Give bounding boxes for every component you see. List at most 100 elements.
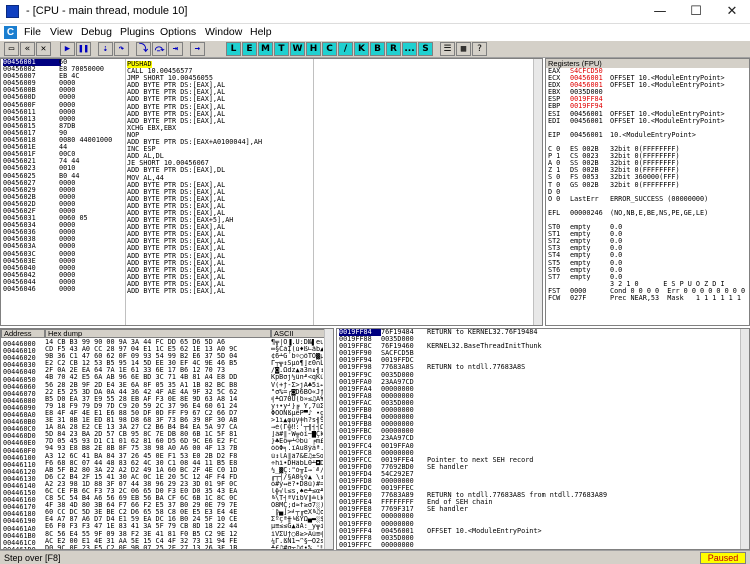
register-value[interactable]: empty (570, 273, 610, 281)
registers-pane[interactable]: Registers (FPU) EAX S4CFCD50 ECX 00456001 OF… (545, 58, 750, 326)
dump-row[interactable]: 00446060 56 28 2B 9F 2D E4 3E 6A 8F 05 35… (3, 382, 325, 391)
dump-row[interactable]: 004461A0 E6 F0 F3 F3 47 1E 83 41 3A 5F 79… (3, 523, 325, 532)
register-value[interactable]: 00000246 (570, 209, 610, 217)
list-icon[interactable]: ☰ (440, 42, 455, 56)
references-button[interactable]: R (386, 42, 401, 56)
dump-scrollbar[interactable] (324, 329, 333, 549)
pause-icon[interactable]: ❚❚ (76, 42, 91, 56)
register-row: FCW 027F Prec NEAR,53 Mask 1 1 1 1 1 1 (548, 294, 749, 302)
stack-row[interactable]: 0019FFFC 00000000 (339, 541, 741, 549)
handles-button[interactable]: H (306, 42, 321, 56)
dump-ascii: >1ï▲φüÿ╪h?s╢9Å0½ (271, 417, 323, 425)
stack-scrollbar[interactable] (740, 329, 749, 549)
dump-row[interactable]: 00446110 F6 68 8C 07 44 48 83 62 4C 30 C1… (3, 460, 325, 469)
dump-row[interactable]: 00446130 D6 C2 B4 2F 15 41 30 AC 0C 1E 20… (3, 474, 325, 483)
minimize-button[interactable]: — (642, 0, 678, 24)
disassembly-scrollbar[interactable] (533, 59, 542, 325)
windows-button[interactable]: W (290, 42, 305, 56)
menu-debug[interactable]: Debug (81, 26, 112, 38)
disasm-address[interactable]: 00456046 (3, 285, 61, 293)
menu-options[interactable]: Options (160, 26, 196, 38)
trace-over-icon[interactable]: ⤼ (152, 42, 167, 56)
dump-row[interactable]: 004460E0 7D 05 45 93 D1 C1 01 62 81 60 D5… (3, 438, 325, 447)
step-over-icon[interactable]: ↷ (114, 42, 129, 56)
log-window-button[interactable]: L (226, 42, 241, 56)
open-icon[interactable]: ▭ (4, 42, 19, 56)
go-to-icon[interactable]: → (190, 42, 205, 56)
stack-pane[interactable]: 0019FF84 76F19484 RETURN to KERNEL32.76F19… (336, 328, 750, 550)
dump-row[interactable]: 00446020 9B 36 C1 47 60 62 0F 09 93 54 99… (3, 353, 325, 362)
breakpoints-button[interactable]: B (370, 42, 385, 56)
register-name: EFL (548, 208, 561, 217)
dump-header-address[interactable]: Address (1, 329, 45, 338)
close-button[interactable]: ✕ (714, 0, 750, 24)
dump-row[interactable]: 00446170 4F 38 4D 80 3B 64 F7 66 F2 E5 37… (3, 502, 325, 511)
disasm-hex[interactable]: 0000 (59, 285, 127, 293)
dump-row[interactable]: 00446040 2F 0A 2E EA 64 7A 1E 61 33 6E 17… (3, 367, 325, 376)
dump-row[interactable]: 004460F0 94 93 E8 B8 2E 8B 8F 75 38 98 A0… (3, 445, 325, 454)
register-value[interactable]: 00456001 (570, 131, 610, 139)
dump-hex: A3 12 6C 41 BA 84 37 26 45 0E F1 53 E0 2… (45, 452, 238, 460)
menu-window[interactable]: Window (205, 26, 242, 38)
dump-row[interactable]: 004460A0 E8 4F 4F 4E E1 E6 88 50 DF 0D FF… (3, 409, 325, 419)
disasm-hex[interactable]: 0080 44001000 (59, 136, 127, 144)
register-value[interactable]: GS 002B (570, 181, 610, 189)
dump-hex: E8 4F 4F 4E E1 E6 88 50 DF 0D FF F9 67 C… (45, 409, 238, 417)
dump-row[interactable]: 004460C0 1A 8A 28 E2 CE 13 3A 27 C2 B6 B4… (3, 424, 325, 433)
dump-ascii: ═§CáĮ(ù♦ß∟åb▲‼áú (271, 346, 323, 354)
cpu-window-icon[interactable]: C (4, 26, 17, 39)
register-value[interactable]: 027F (570, 294, 610, 302)
cpu-button[interactable]: C (322, 42, 337, 56)
run-trace-button[interactable]: ... (402, 42, 417, 56)
close-icon[interactable]: ✕ (36, 42, 51, 56)
register-value[interactable]: LastErr (570, 195, 610, 203)
dump-header-ascii[interactable]: ASCII (271, 329, 325, 338)
dump-row[interactable]: 00446120 AB 5F B2 80 3A 22 A2 D2 49 1A 60… (3, 467, 325, 476)
dump-row[interactable]: 00446010 CD F5 43 A0 CC 28 97 04 E1 1C E5… (3, 346, 325, 355)
threads-button[interactable]: T (274, 42, 289, 56)
dump-hex: 94 93 E8 B8 2E 8B 8F 75 38 98 A0 A6 00 4… (45, 445, 238, 453)
dump-row[interactable]: 00446150 6C CE FB 6C F3 73 2C 06 65 D0 F3… (3, 488, 325, 497)
hex-dump-pane[interactable]: Address Hex dump ASCII 00446000 14 CB B3 … (0, 328, 334, 550)
dump-ascii: Σºçª╫╘ßYΩ▄▬░$_►╬ (271, 516, 323, 524)
menu-view[interactable]: View (50, 26, 73, 38)
menu-plugins[interactable]: Plugins (120, 26, 154, 38)
dump-row[interactable]: 004461B0 8C 56 E4 55 9F 09 38 F2 3E 41 81… (3, 530, 325, 540)
dump-row[interactable]: 00446030 E2 C2 CB 12 53 B5 95 14 5D EE 30… (3, 360, 325, 369)
executable-modules-button[interactable]: E (242, 42, 257, 56)
dump-row[interactable]: 004460B0 3E 31 8B 1E ED 81 98 D8 68 3F 73… (3, 417, 325, 426)
disasm-instruction[interactable]: ADD BYTE PTR DS:[EAX],AL (127, 287, 313, 295)
dump-row[interactable]: 00446180 60 CC DC 5D 3E BE C2 D6 65 58 C8… (3, 509, 325, 518)
source-button[interactable]: S (418, 42, 433, 56)
memory-map-button[interactable]: M (258, 42, 273, 56)
call-stack-button[interactable]: K (354, 42, 369, 56)
step-into-icon[interactable]: ⇣ (98, 42, 113, 56)
dump-row[interactable]: 00446090 79 18 F9 79 D9 7D C9 20 59 2C 37… (3, 403, 325, 412)
patches-button[interactable]: / (338, 42, 353, 56)
dump-row[interactable]: 00446050 4B 70 42 E5 6A AB 96 6E BD 3C 71… (3, 374, 325, 383)
dump-row[interactable]: 00446100 A3 12 6C 41 BA 84 37 26 45 0E F1… (3, 452, 325, 462)
execute-till-return-icon[interactable]: ⇥ (168, 42, 183, 56)
dump-row[interactable]: 004460D0 5D 84 23 BA 2D 57 CB 95 8C 7E DB… (3, 431, 325, 440)
dump-row[interactable]: 00446070 22 E5 25 3D DA 0A 44 36 42 4F AE… (3, 389, 325, 398)
disasm-instruction[interactable]: XCHG EBX,EBX (127, 124, 313, 132)
dump-ascii: îVΣUƒ○8≥>Aü≡╡┬₧↕ (271, 530, 323, 538)
dump-row[interactable]: 004461C0 AC E2 00 E1 4E 31 AA 5E 15 C4 4F… (3, 538, 325, 547)
dump-row[interactable]: 00446160 C8 5C 54 B4 A6 56 69 EB 56 BA CF… (3, 495, 325, 504)
dump-row[interactable]: 00446140 A2 23 98 1D 88 3F 07 44 38 96 29… (3, 481, 325, 490)
menu-help[interactable]: Help (250, 26, 272, 38)
dump-row[interactable]: 00446000 14 CB B3 99 90 00 9A 3A 44 FC DD… (3, 339, 325, 348)
trace-into-icon[interactable]: ⤵ (136, 42, 151, 56)
grid-icon[interactable]: ▦ (456, 42, 471, 56)
menu-file[interactable]: File (24, 26, 41, 38)
disasm-hex[interactable]: 87DB (59, 122, 127, 130)
dump-row[interactable]: 00446080 B5 D0 EA 37 E9 55 28 EB AF F3 0E… (3, 396, 325, 405)
run-icon[interactable]: ▶ (60, 42, 75, 56)
dump-row[interactable]: 00446190 E4 A7 87 A6 D7 D4 E1 59 EA DC 16… (3, 516, 325, 525)
dump-header-hex[interactable]: Hex dump (45, 329, 271, 338)
restart-icon[interactable]: « (20, 42, 35, 56)
help-icon[interactable]: ? (472, 42, 487, 56)
disassembly-pane[interactable]: 00456001 00456002 00456007 00456009 0045600B… (0, 58, 543, 326)
register-value[interactable]: 00456001 (570, 117, 610, 125)
maximize-button[interactable]: ☐ (678, 0, 714, 24)
